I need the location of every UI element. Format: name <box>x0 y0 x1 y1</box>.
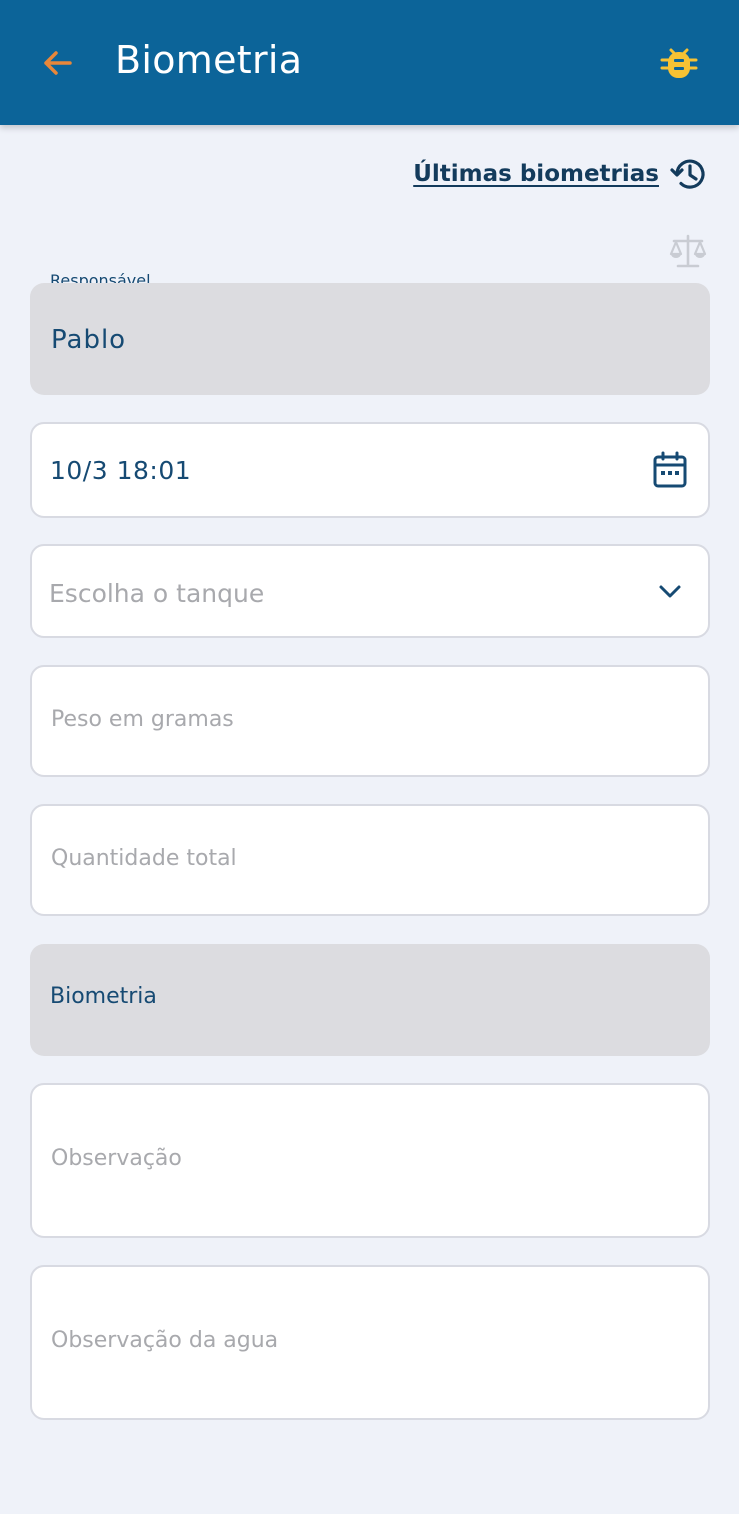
responsavel-value: Pablo <box>51 325 127 355</box>
observacao-agua-placeholder: Observação da agua <box>51 1328 279 1353</box>
quantidade-input[interactable]: Quantidade total <box>30 804 710 916</box>
chevron-down-icon[interactable] <box>658 581 682 605</box>
datetime-field[interactable]: 10/3 18:01 <box>30 422 710 518</box>
history-icon[interactable] <box>669 154 709 194</box>
observacao-textarea[interactable]: Observação <box>30 1083 710 1238</box>
app-bar: Biometria <box>0 0 739 125</box>
observacao-agua-textarea[interactable]: Observação da agua <box>30 1265 710 1420</box>
quantidade-placeholder: Quantidade total <box>51 846 237 871</box>
observacao-placeholder: Observação <box>51 1146 182 1171</box>
peso-input[interactable]: Peso em gramas <box>30 665 710 777</box>
datetime-value: 10/3 18:01 <box>50 456 192 485</box>
tanque-placeholder: Escolha o tanque <box>49 579 265 608</box>
page-title: Biometria <box>115 38 303 82</box>
arrow-left-icon[interactable] <box>40 45 76 81</box>
responsavel-field: Pablo <box>30 283 710 395</box>
tanque-select[interactable]: Escolha o tanque <box>30 544 710 638</box>
history-link[interactable]: Últimas biometrias <box>413 154 709 194</box>
tipo-value: Biometria <box>50 984 157 1009</box>
history-label[interactable]: Últimas biometrias <box>413 161 659 187</box>
tipo-field: Biometria <box>30 944 710 1056</box>
peso-placeholder: Peso em gramas <box>51 707 234 732</box>
scale-icon[interactable] <box>668 232 708 270</box>
bug-icon[interactable] <box>658 41 700 83</box>
calendar-icon[interactable] <box>652 451 688 493</box>
